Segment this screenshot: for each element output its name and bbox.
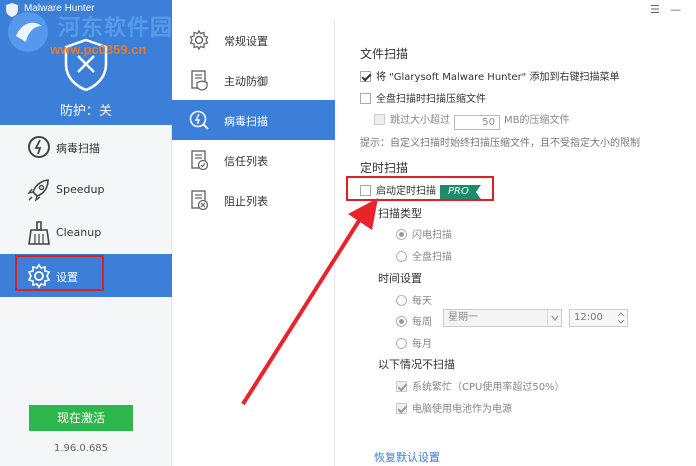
- full-scan-radio[interactable]: [396, 251, 407, 262]
- block-list-icon: [191, 190, 209, 211]
- skip-battery-option[interactable]: 电脑使用电池作为电源: [396, 400, 512, 415]
- daily-option[interactable]: 每天: [396, 292, 432, 307]
- menu-icon[interactable]: ☰: [650, 3, 660, 16]
- rocket-icon: [27, 179, 49, 202]
- skip-busy-checkbox[interactable]: [396, 381, 407, 392]
- trust-list-icon: [191, 150, 209, 171]
- sidebar-item-cleanup[interactable]: Cleanup: [0, 211, 172, 254]
- skip-size-prefix: 跳过大小超过: [390, 115, 450, 126]
- skip-busy-label: 系统繁忙（CPU使用率超过50%）: [412, 382, 565, 393]
- sidebar-item-virus-scan[interactable]: 病毒扫描: [0, 125, 172, 168]
- time-value: 12:00: [574, 312, 603, 323]
- sidebar-item-label: Cleanup: [56, 226, 102, 239]
- quick-scan-label: 闪电扫描: [412, 230, 452, 241]
- tab-virus-scan[interactable]: 病毒扫描: [172, 100, 335, 140]
- weekday-select[interactable]: 星期一: [443, 309, 562, 327]
- version-label: 1.96.0.685: [53, 443, 109, 454]
- scan-archives-option[interactable]: 全盘扫描时扫描压缩文件: [360, 90, 486, 105]
- watermark-url: www.pc0359.cn: [50, 42, 147, 57]
- archive-hint: 提示：自定义扫描时始终扫描压缩文件，且不受指定大小的限制: [360, 138, 640, 149]
- full-scan-label: 全盘扫描: [412, 252, 452, 263]
- virus-scan-icon: [28, 136, 50, 158]
- tab-label: 信任列表: [224, 155, 268, 168]
- daily-label: 每天: [412, 296, 432, 307]
- tab-label: 主动防御: [224, 75, 268, 88]
- monthly-radio[interactable]: [396, 338, 407, 349]
- daily-radio[interactable]: [396, 295, 407, 306]
- tab-trust-list[interactable]: 信任列表: [172, 140, 335, 180]
- skip-battery-label: 电脑使用电池作为电源: [412, 404, 512, 415]
- quick-scan-radio[interactable]: [396, 229, 407, 240]
- sidebar-item-label: 病毒扫描: [56, 142, 100, 155]
- skip-battery-checkbox[interactable]: [396, 403, 407, 414]
- skip-size-suffix: MB的压缩文件: [504, 115, 570, 126]
- settings-tabs: 常规设置 主动防御 病毒扫描 信任列表 阻止列表: [172, 20, 335, 466]
- context-menu-label: 将 "Glarysoft Malware Hunter" 添加到右键扫描菜单: [376, 72, 620, 83]
- tab-active-defense[interactable]: 主动防御: [172, 60, 335, 100]
- quick-scan-option[interactable]: 闪电扫描: [396, 226, 452, 241]
- chevron-down-icon: [547, 310, 561, 326]
- monthly-option[interactable]: 每月: [396, 335, 432, 350]
- watermark-title: 河东软件园: [58, 16, 174, 41]
- scan-archives-checkbox[interactable]: [360, 93, 371, 104]
- scan-archives-label: 全盘扫描时扫描压缩文件: [376, 94, 486, 105]
- scan-type-heading: 扫描类型: [378, 207, 422, 220]
- context-menu-checkbox[interactable]: [360, 71, 371, 82]
- tab-label: 阻止列表: [224, 195, 268, 208]
- settings-highlight-box: [15, 255, 104, 291]
- protection-status: 防护：关: [59, 104, 112, 119]
- tab-label: 常规设置: [224, 35, 268, 48]
- skip-conditions-heading: 以下情况不扫描: [378, 358, 455, 371]
- left-sidebar: 防护：关 病毒扫描 Speedup Cleanup 设置 现在激活 1.96.0…: [0, 0, 172, 466]
- tab-block-list[interactable]: 阻止列表: [172, 180, 335, 220]
- weekly-radio[interactable]: [396, 316, 407, 327]
- full-scan-option[interactable]: 全盘扫描: [396, 248, 452, 263]
- skip-busy-option[interactable]: 系统繁忙（CPU使用率超过50%）: [396, 378, 565, 393]
- weekly-label: 每周: [412, 317, 432, 328]
- skip-size-checkbox[interactable]: [374, 114, 385, 125]
- file-scan-heading: 文件扫描: [360, 47, 409, 61]
- broom-icon: [28, 221, 50, 245]
- skip-size-input[interactable]: 50: [454, 115, 500, 130]
- monthly-label: 每月: [412, 339, 432, 350]
- sidebar-item-label: Speedup: [56, 183, 105, 196]
- tab-label: 病毒扫描: [224, 115, 268, 128]
- restore-defaults-link[interactable]: 恢复默认设置: [374, 449, 440, 465]
- shield-doc-icon: [191, 70, 208, 91]
- time-heading: 时间设置: [378, 272, 422, 285]
- skip-size-option[interactable]: 跳过大小超过 50 MB的压缩文件: [374, 111, 570, 130]
- time-spinner[interactable]: 12:00: [569, 309, 628, 327]
- gear-icon: [189, 29, 209, 51]
- watermark-logo-icon: [8, 12, 48, 52]
- sidebar-item-speedup[interactable]: Speedup: [0, 168, 172, 211]
- activate-now-button[interactable]: 现在激活: [29, 405, 133, 431]
- weekday-value: 星期一: [448, 312, 478, 323]
- tab-general[interactable]: 常规设置: [172, 20, 335, 60]
- schedule-highlight-box: [346, 176, 494, 201]
- minimize-icon[interactable]: —: [670, 3, 681, 16]
- spinner-arrows-icon: [617, 312, 625, 324]
- schedule-heading: 定时扫描: [360, 161, 409, 175]
- weekly-option[interactable]: 每周: [396, 313, 432, 328]
- context-menu-option[interactable]: 将 "Glarysoft Malware Hunter" 添加到右键扫描菜单: [360, 68, 619, 83]
- scan-icon: [189, 110, 209, 130]
